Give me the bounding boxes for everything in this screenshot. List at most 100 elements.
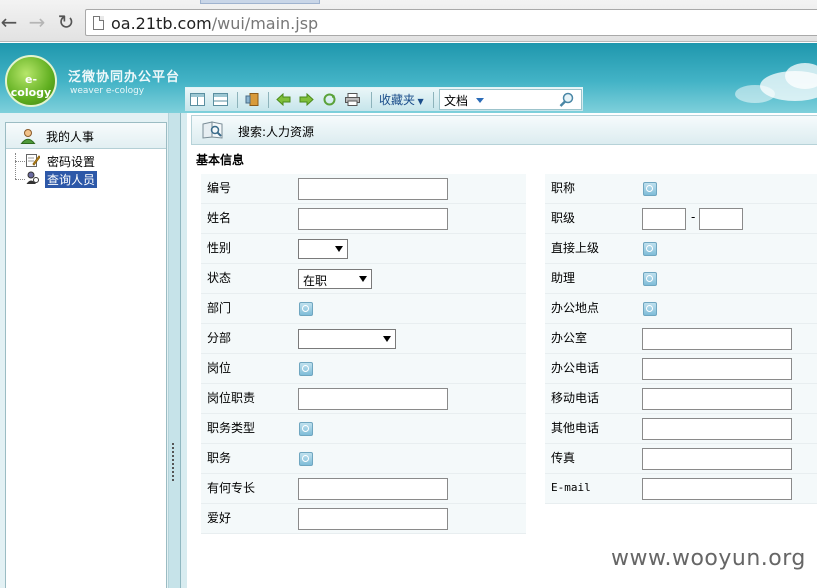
- assistant-browse-icon[interactable]: [643, 272, 657, 286]
- logo: e-cology: [5, 55, 57, 107]
- search-scope-select[interactable]: 文档: [444, 92, 468, 109]
- gender-select[interactable]: [298, 239, 348, 259]
- toolbar-separator: [433, 92, 434, 108]
- select-value: 在职: [303, 274, 328, 288]
- global-search-box[interactable]: 文档: [439, 89, 582, 110]
- brand-title: 泛微协同办公平台: [68, 70, 181, 85]
- sidebar-item-label: 查询人员: [45, 171, 98, 188]
- job-type-browse-icon[interactable]: [299, 422, 313, 436]
- field-label: 移动电话: [545, 384, 641, 413]
- sidebar-item-label: 密码设置: [47, 155, 96, 169]
- drag-handle-icon[interactable]: [172, 443, 176, 481]
- field-label: 助理: [545, 264, 641, 293]
- main-content: 搜索:人力资源 基本信息 编号 姓名 性别 状态 在职 部门 分部 岗位 岗位职…: [187, 113, 817, 588]
- chevron-down-icon: [383, 336, 391, 342]
- field-row: 职级 -: [545, 204, 817, 234]
- office-phone-input[interactable]: [642, 358, 792, 380]
- cloud-decoration: [785, 63, 817, 89]
- field-label: 办公地点: [545, 294, 641, 323]
- job-browse-icon[interactable]: [299, 452, 313, 466]
- logo-text: e-cology: [10, 73, 52, 99]
- field-row: 职务类型: [201, 414, 526, 444]
- layout-columns-icon[interactable]: [190, 93, 205, 106]
- browser-toolbar: ← → ↻ oa.21tb.com/wui/main.jsp: [0, 0, 817, 42]
- chevron-down-icon: [359, 276, 367, 282]
- field-label: 姓名: [201, 204, 297, 233]
- field-label: 其他电话: [545, 414, 641, 443]
- forward-icon[interactable]: →: [26, 11, 48, 33]
- search-book-icon: [202, 121, 223, 139]
- reload-icon[interactable]: ↻: [55, 11, 77, 33]
- position-browse-icon[interactable]: [299, 362, 313, 376]
- edit-document-icon: [26, 154, 40, 167]
- layout-rows-icon[interactable]: [213, 93, 228, 106]
- office-input[interactable]: [642, 328, 792, 350]
- field-label: 职务: [201, 444, 297, 473]
- search-icon[interactable]: [559, 92, 575, 112]
- other-phone-input[interactable]: [642, 418, 792, 440]
- arrow-left-icon[interactable]: [276, 93, 291, 106]
- field-label: 传真: [545, 444, 641, 473]
- field-row: E-mail: [545, 474, 817, 504]
- mobile-phone-input[interactable]: [642, 388, 792, 410]
- level-from-input[interactable]: [642, 208, 686, 230]
- search-title: 搜索:人力资源: [238, 125, 315, 139]
- person-icon: [20, 129, 36, 144]
- app-toolbar: 收藏夹 ▼ 文档: [185, 87, 583, 111]
- field-label: 有何专长: [201, 474, 297, 503]
- field-row: 办公电话: [545, 354, 817, 384]
- field-label: 职级: [545, 204, 641, 233]
- field-row: 分部: [201, 324, 526, 354]
- section-title: 基本信息: [196, 153, 245, 167]
- field-label: 办公电话: [545, 354, 641, 383]
- field-row: 传真: [545, 444, 817, 474]
- tree-header: 我的人事: [6, 123, 166, 149]
- field-row: 有何专长: [201, 474, 526, 504]
- tree-connector: [15, 161, 25, 162]
- people-search-icon: [26, 171, 39, 184]
- left-frame: 我的人事 密码设置 查询人员: [0, 113, 172, 588]
- print-icon[interactable]: [345, 93, 360, 106]
- favorites-menu[interactable]: 收藏夹 ▼: [379, 91, 424, 108]
- browser-tab-edge[interactable]: [200, 0, 320, 4]
- favorites-label: 收藏夹: [379, 93, 416, 107]
- field-label: E-mail: [545, 474, 641, 503]
- position-duty-input[interactable]: [298, 388, 448, 410]
- address-bar[interactable]: oa.21tb.com/wui/main.jsp: [85, 9, 817, 36]
- field-row: 其他电话: [545, 414, 817, 444]
- field-label: 岗位: [201, 354, 297, 383]
- page-icon: [93, 16, 104, 30]
- name-input[interactable]: [298, 208, 448, 230]
- field-label: 岗位职责: [201, 384, 297, 413]
- field-label: 编号: [201, 174, 297, 203]
- range-separator: -: [691, 210, 696, 224]
- url-path: /wui/main.jsp: [211, 14, 319, 33]
- level-to-input[interactable]: [699, 208, 743, 230]
- title-browse-icon[interactable]: [643, 182, 657, 196]
- door-exit-icon[interactable]: [245, 93, 260, 106]
- watermark: www.wooyun.org: [611, 546, 806, 571]
- specialty-input[interactable]: [298, 478, 448, 500]
- url-text[interactable]: oa.21tb.com/wui/main.jsp: [111, 14, 318, 33]
- manager-browse-icon[interactable]: [643, 242, 657, 256]
- arrow-right-icon[interactable]: [299, 93, 314, 106]
- email-input[interactable]: [642, 478, 792, 500]
- employee-number-input[interactable]: [298, 178, 448, 200]
- status-select[interactable]: 在职: [298, 269, 372, 289]
- refresh-icon[interactable]: [322, 93, 337, 106]
- field-row: 办公地点: [545, 294, 817, 324]
- field-row: 性别: [201, 234, 526, 264]
- field-label: 爱好: [201, 504, 297, 533]
- field-row: 岗位: [201, 354, 526, 384]
- back-icon[interactable]: ←: [0, 11, 20, 33]
- chevron-down-icon[interactable]: [476, 98, 484, 103]
- field-row: 职称: [545, 174, 817, 204]
- hobby-input[interactable]: [298, 508, 448, 530]
- frame-splitter[interactable]: [168, 113, 181, 588]
- department-browse-icon[interactable]: [299, 302, 313, 316]
- location-browse-icon[interactable]: [643, 302, 657, 316]
- field-row: 爱好: [201, 504, 526, 534]
- fax-input[interactable]: [642, 448, 792, 470]
- branch-select[interactable]: [298, 329, 396, 349]
- field-label: 分部: [201, 324, 297, 353]
